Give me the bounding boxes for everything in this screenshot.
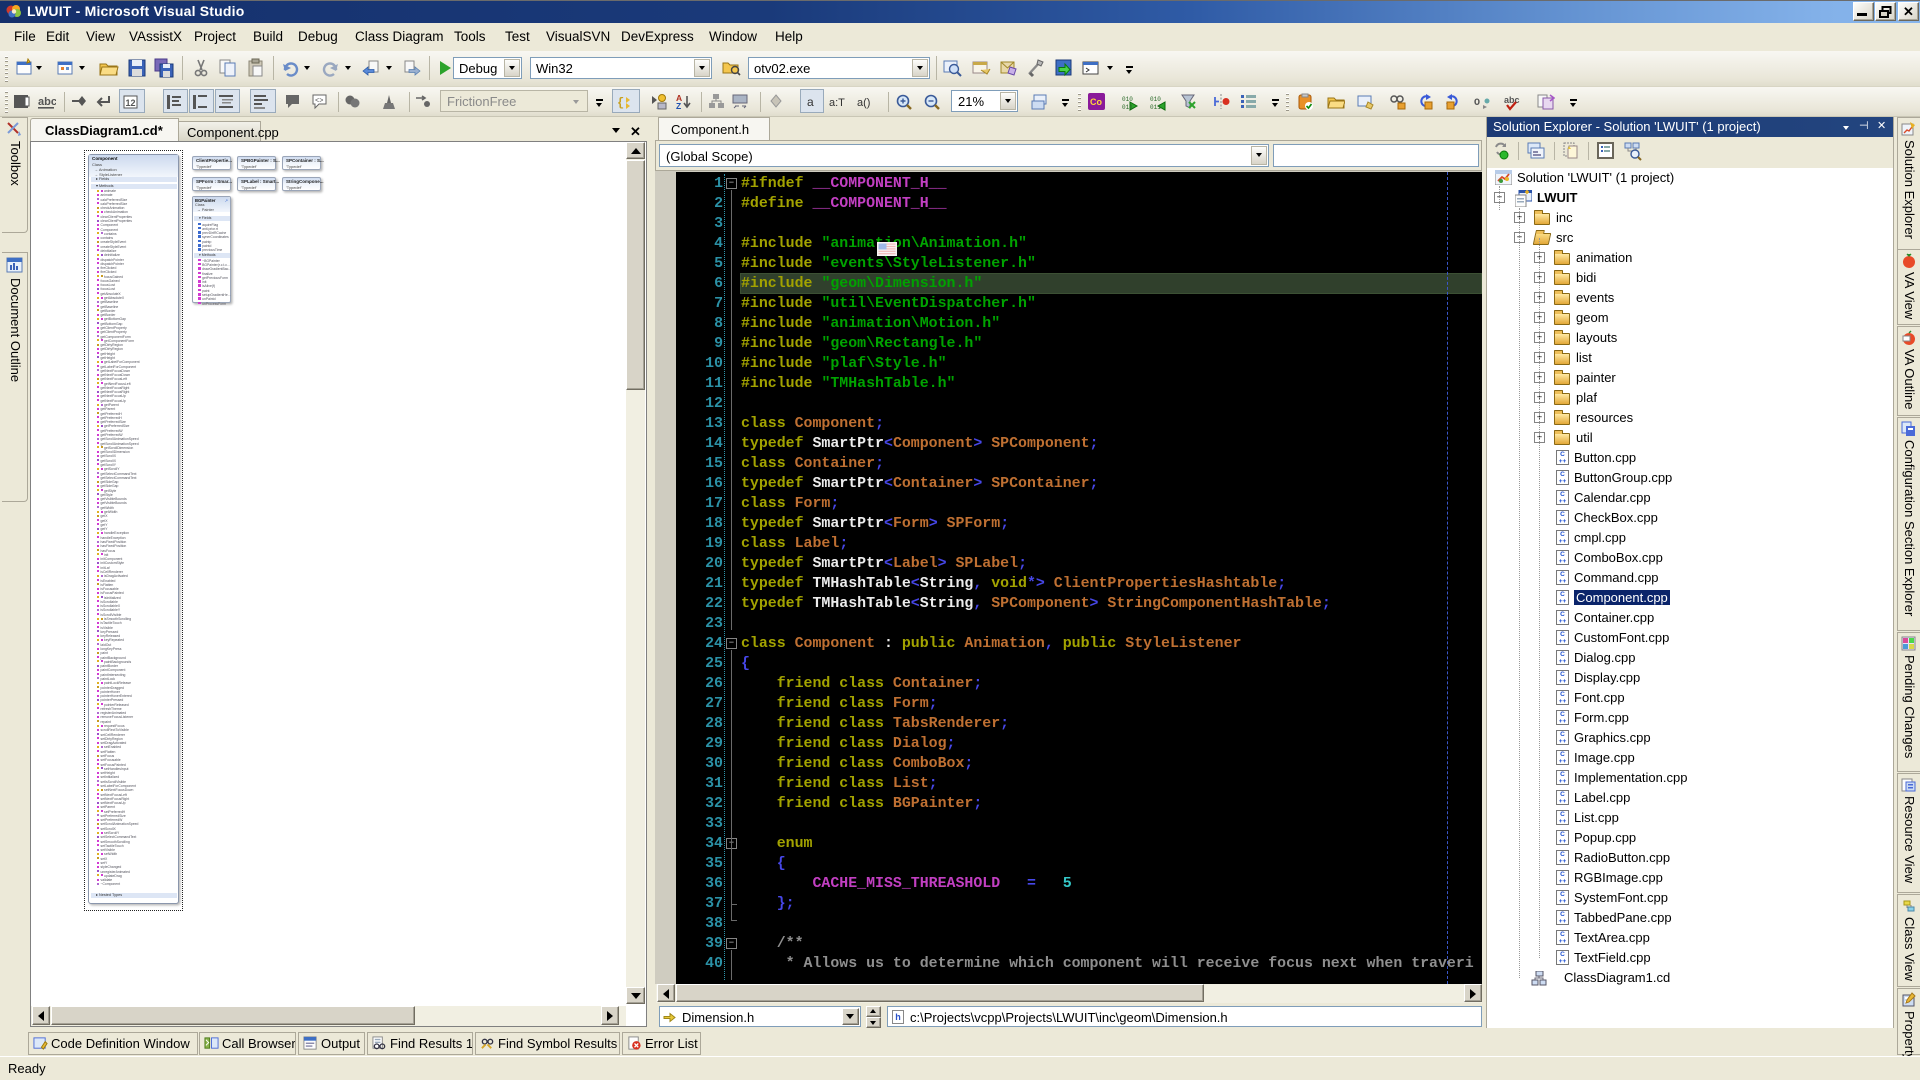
svg-text:a: a (807, 95, 814, 109)
svg-text:<>: <> (315, 98, 323, 106)
svg-text:a:T: a:T (829, 97, 845, 109)
svg-text:abc: abc (1504, 95, 1520, 105)
svg-text:Z: Z (676, 101, 681, 111)
svg-text:O: O (1474, 98, 1480, 109)
svg-text:abc: abc (38, 96, 56, 108)
svg-text:011: 011 (1150, 104, 1161, 111)
svg-text:Co: Co (1090, 97, 1102, 107)
svg-text:12: 12 (126, 98, 136, 108)
svg-text:010: 010 (1150, 96, 1161, 103)
svg-text:a(): a() (857, 97, 870, 109)
svg-text:010: 010 (1122, 96, 1133, 103)
svg-text:{: { (617, 96, 624, 110)
svg-text:011: 011 (1122, 104, 1133, 111)
